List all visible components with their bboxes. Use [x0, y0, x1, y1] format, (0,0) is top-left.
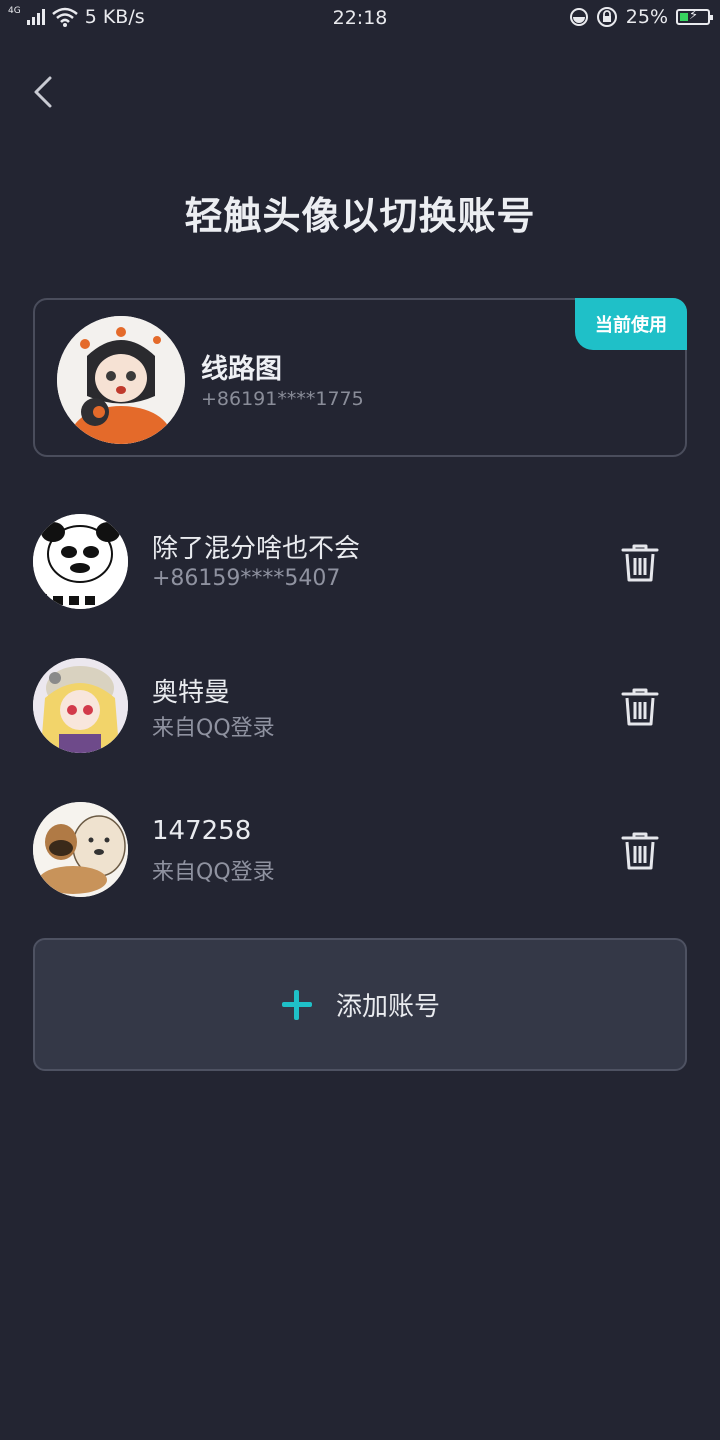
add-account-button[interactable]: 添加账号	[33, 938, 687, 1071]
avatar[interactable]	[33, 514, 128, 609]
avatar-anime-character-icon	[33, 658, 128, 753]
account-name: 除了混分啥也不会	[152, 534, 361, 564]
trash-icon[interactable]	[615, 540, 665, 586]
trash-icon[interactable]	[615, 684, 665, 730]
account-sub: 来自QQ登录	[152, 716, 275, 741]
current-account-name: 线路图	[201, 354, 282, 385]
list-item[interactable]: 147258 来自QQ登录	[0, 798, 720, 908]
list-item[interactable]: 除了混分啥也不会 +86159****5407	[0, 510, 720, 620]
add-account-label: 添加账号	[335, 992, 440, 1022]
status-right: 25% ⚡	[569, 6, 713, 28]
account-name: 奥特曼	[152, 678, 231, 708]
current-account-phone: +86191****1775	[201, 388, 364, 410]
account-name: 147258	[152, 816, 252, 846]
page-title: 轻触头像以切换账号	[184, 194, 536, 238]
rotation-lock-icon	[596, 7, 617, 27]
avatar[interactable]	[57, 316, 185, 444]
avatar[interactable]	[33, 802, 128, 897]
avatar-cartoon-bear-icon	[33, 802, 128, 897]
avatar[interactable]	[33, 658, 128, 753]
status-bar: 4G 5 KB/s 22:18 25% ⚡	[0, 0, 720, 38]
back-arrow-icon[interactable]	[22, 70, 66, 114]
avatar-panda-meme-icon	[33, 514, 128, 609]
account-sub: 来自QQ登录	[152, 860, 275, 885]
data-saver-icon	[569, 8, 588, 26]
current-badge: 当前使用	[575, 298, 687, 350]
account-sub: +86159****5407	[152, 566, 341, 591]
current-account-card[interactable]: 当前使用 线路图 +86191****1775	[33, 298, 687, 457]
battery-charging-icon: ⚡	[676, 8, 713, 25]
list-item[interactable]: 奥特曼 来自QQ登录	[0, 654, 720, 764]
battery-percent: 25%	[625, 6, 668, 28]
plus-icon	[280, 988, 314, 1022]
avatar-anime-girl-icon	[57, 316, 185, 444]
trash-icon[interactable]	[615, 828, 665, 874]
